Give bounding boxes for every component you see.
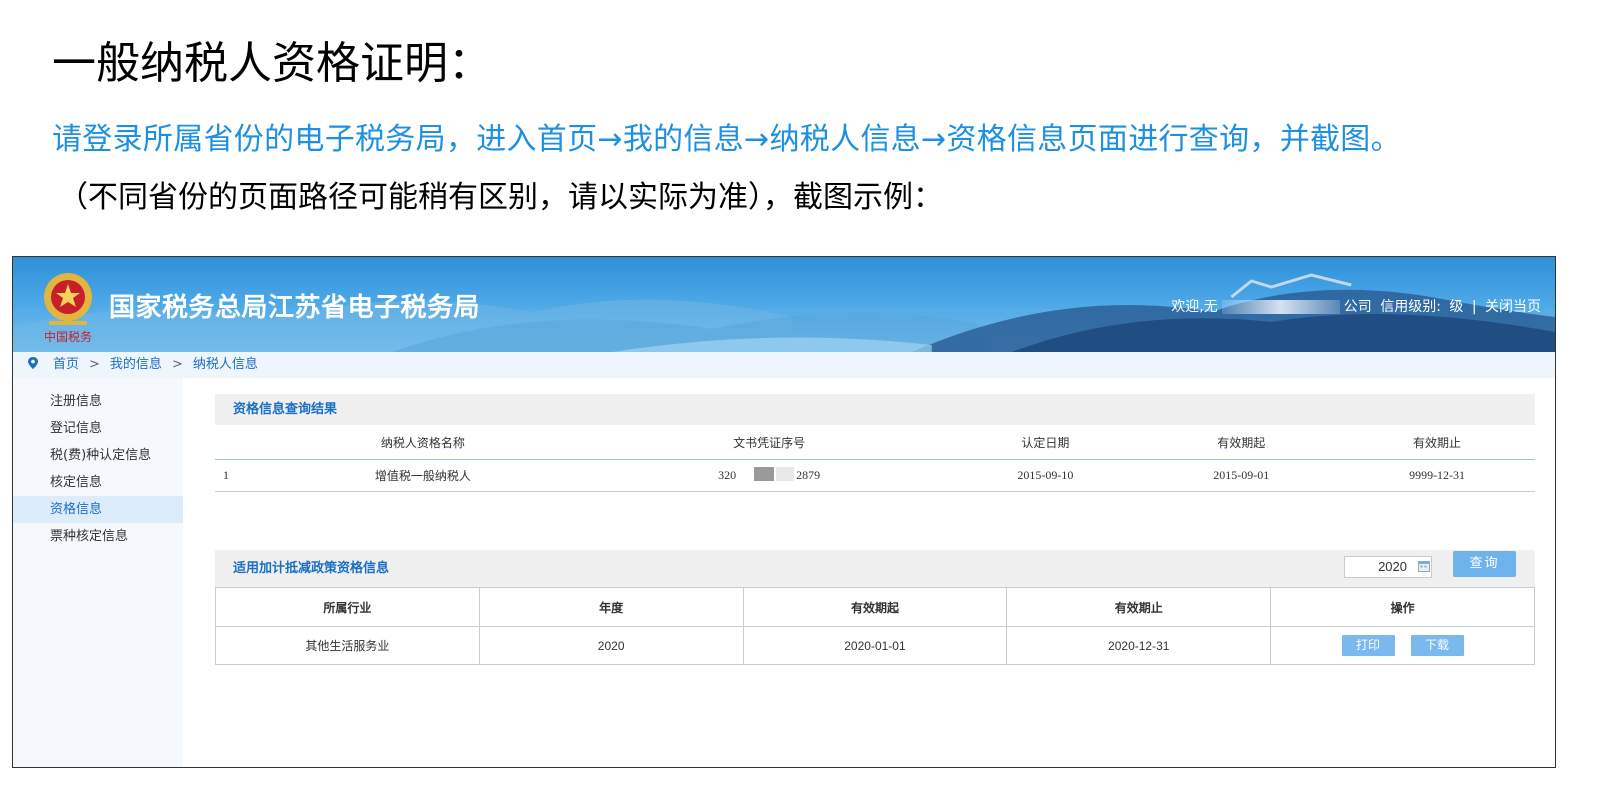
divider: | (1471, 299, 1477, 315)
qualification-name: 增值税一般纳税人 (255, 459, 591, 492)
recognized-date: 2015-09-10 (947, 459, 1144, 492)
breadcrumb-my-info[interactable]: 我的信息 (110, 357, 162, 372)
doc-number-suffix: 2879 (796, 468, 821, 482)
query-button[interactable]: 查询 (1453, 551, 1516, 577)
sidebar-item-enrollment[interactable]: 登记信息 (13, 415, 183, 442)
breadcrumb-separator: > (171, 357, 183, 372)
company-suffix: 公司 (1343, 299, 1372, 315)
slide-title: 一般纳税人资格证明： (52, 38, 492, 89)
download-button[interactable]: 下载 (1410, 635, 1464, 656)
credit-label: 信用级别: (1380, 299, 1441, 315)
column-header-valid-to: 有效期止 (1006, 587, 1272, 627)
breadcrumb-taxpayer-info[interactable]: 纳税人信息 (193, 357, 258, 372)
valid-to: 9999-12-31 (1339, 459, 1535, 492)
table-header-row: 纳税人资格名称 文书凭证序号 认定日期 有效期起 有效期止 (215, 427, 1535, 460)
valid-from: 2020-01-01 (742, 626, 1008, 665)
sidebar: 注册信息 登记信息 税(费)种认定信息 核定信息 资格信息 票种核定信息 (13, 378, 183, 767)
table-row: 1 增值税一般纳税人 320 2879 2015-09-10 2015-09-01… (215, 459, 1535, 492)
print-button[interactable]: 打印 (1341, 635, 1395, 656)
breadcrumb-home[interactable]: 首页 (53, 357, 79, 372)
masked-company-name (1221, 300, 1340, 314)
breadcrumb-separator: > (89, 357, 100, 372)
svg-text:中国税务: 中国税务 (44, 329, 92, 344)
slide-note: （不同省份的页面路径可能稍有区别，请以实际为准），截图示例： (58, 180, 943, 215)
row-index: 1 (215, 459, 255, 492)
sidebar-item-registration[interactable]: 注册信息 (13, 388, 183, 415)
table-row: 其他生活服务业 2020 2020-01-01 2020-12-31 打印 下载 (215, 626, 1535, 665)
qualification-panel-heading: 资格信息查询结果 (215, 394, 1535, 425)
screenshot-example: 中国税务 国家税务总局江苏省电子税务局 欢迎,无 公司 信用级别: 级 | 关闭当… (12, 256, 1556, 768)
column-header-year: 年度 (478, 587, 744, 627)
user-bar: 欢迎,无 公司 信用级别: 级 | 关闭当页 (1169, 296, 1543, 316)
policy-panel-heading: 适用加计抵减政策资格信息 (215, 550, 1535, 587)
site-banner: 中国税务 国家税务总局江苏省电子税务局 欢迎,无 公司 信用级别: 级 | 关闭当… (13, 257, 1555, 352)
breadcrumb: 首页 > 我的信息 > 纳税人信息 (13, 352, 1555, 378)
credit-value: 级 (1449, 299, 1464, 315)
site-title: 国家税务总局江苏省电子税务局 (109, 293, 481, 323)
column-header-actions: 操作 (1270, 587, 1535, 627)
column-header-valid-from: 有效期起 (1143, 427, 1340, 460)
calendar-icon[interactable] (1418, 560, 1430, 572)
column-header-index (215, 427, 255, 460)
doc-number-prefix: 320 (718, 468, 737, 482)
sidebar-item-qualification[interactable]: 资格信息 (13, 496, 183, 523)
column-header-name: 纳税人资格名称 (255, 427, 591, 460)
column-header-industry: 所属行业 (215, 587, 480, 627)
qualification-table: 纳税人资格名称 文书凭证序号 认定日期 有效期起 有效期止 1 增值税一般纳税人… (215, 427, 1535, 492)
sidebar-item-assessment[interactable]: 核定信息 (13, 469, 183, 496)
column-header-valid-from: 有效期起 (742, 587, 1008, 627)
valid-from: 2015-09-01 (1143, 459, 1340, 492)
masked-digits (754, 467, 775, 481)
slide-instruction: 请登录所属省份的电子税务局，进入首页→我的信息→纳税人信息→资格信息页面进行查询… (52, 122, 1401, 157)
column-header-recognized: 认定日期 (947, 427, 1144, 460)
industry: 其他生活服务业 (215, 626, 480, 665)
column-header-valid-to: 有效期止 (1339, 427, 1535, 460)
close-page-link[interactable]: 关闭当页 (1485, 299, 1541, 315)
sidebar-item-tax-types[interactable]: 税(费)种认定信息 (13, 442, 183, 469)
masked-digits (776, 467, 795, 481)
column-header-doc-number: 文书凭证序号 (590, 427, 948, 460)
tax-emblem-icon: 中国税务 (44, 273, 92, 344)
welcome-text: 欢迎,无 (1171, 299, 1218, 315)
sidebar-item-invoice-types[interactable]: 票种核定信息 (13, 523, 183, 550)
actions: 打印 下载 (1270, 626, 1535, 665)
location-pin-icon (28, 357, 38, 369)
doc-number: 320 2879 (590, 459, 948, 492)
year: 2020 (478, 626, 744, 665)
policy-table: 所属行业 年度 有效期起 有效期止 操作 其他生活服务业 2020 2020-0… (215, 587, 1535, 665)
table-header-row: 所属行业 年度 有效期起 有效期止 操作 (215, 587, 1535, 627)
valid-to: 2020-12-31 (1006, 626, 1272, 665)
